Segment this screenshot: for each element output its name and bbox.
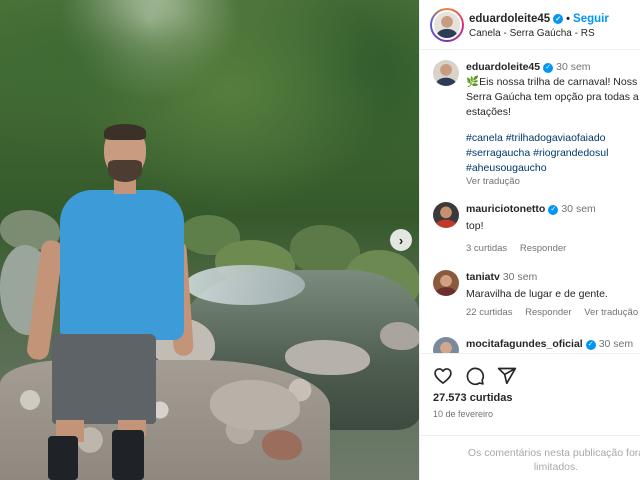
comment-likes[interactable]: 3 curtidas — [466, 243, 507, 254]
author-username[interactable]: eduardoleite45 — [469, 13, 550, 25]
avatar[interactable] — [433, 270, 459, 296]
post-location[interactable]: Canela - Serra Gaúcha - RS — [469, 28, 595, 39]
verified-badge-icon: ✓ — [585, 340, 596, 350]
comment-username[interactable]: taniatv — [466, 271, 500, 283]
caption-username[interactable]: eduardoleite45 — [466, 61, 540, 73]
comment-header: mocitafagundes_oficial ✓ 30 sem — [466, 337, 640, 351]
comment-icon[interactable] — [465, 366, 485, 386]
left-boot — [48, 436, 78, 480]
post-header: eduardoleite45 ✓ • Seguir Canela - Serra Ga… — [420, 0, 640, 50]
comment-time[interactable]: 30 sem — [503, 271, 537, 283]
comment-username[interactable]: mocitafagundes_oficial — [466, 338, 583, 350]
comment-header: mauriciotonetto ✓ 30 sem — [466, 202, 640, 216]
caption-line: estações! — [466, 106, 511, 118]
notice-line: Os comentários nesta publicação fora — [467, 447, 640, 459]
comment-time[interactable]: 30 sem — [599, 338, 633, 350]
comment-likes[interactable]: 22 curtidas — [466, 307, 512, 318]
verified-badge-icon: ✓ — [548, 205, 559, 215]
likes-count[interactable]: 27.573 curtidas — [433, 392, 513, 404]
comment-time[interactable]: 30 sem — [561, 203, 595, 215]
caption-meta: Ver tradução — [466, 176, 640, 187]
caption-line: Serra Gaúcha tem opção pra todas a — [466, 91, 639, 103]
hiker-figure — [0, 0, 419, 480]
follow-button[interactable]: Seguir — [573, 13, 609, 25]
verified-badge-icon: ✓ — [553, 14, 564, 24]
heart-icon[interactable] — [433, 366, 453, 386]
avatar[interactable] — [433, 60, 459, 86]
hashtag-line[interactable]: #canela #trilhadogaviaofaiado — [466, 131, 640, 146]
reply-button[interactable]: Responder — [520, 243, 566, 254]
see-translation-link[interactable]: Ver tradução — [584, 307, 638, 318]
avatar[interactable] — [433, 202, 459, 228]
caption-line: 🌿Eis nossa trilha de carnaval! Noss — [466, 76, 638, 88]
comment-meta: 22 curtidas Responder Ver tradução — [466, 307, 640, 318]
post-photo[interactable]: › — [0, 0, 419, 480]
author-avatar[interactable] — [430, 8, 464, 42]
comment-text: Maravilha de lugar e de gente. — [466, 288, 608, 300]
chevron-right-icon[interactable]: › — [390, 229, 412, 251]
author-username-row: eduardoleite45 ✓ • Seguir — [469, 13, 609, 25]
comment-text: top! — [466, 220, 484, 232]
comment-username[interactable]: mauriciotonetto — [466, 203, 545, 215]
separator-dot: • — [566, 13, 571, 25]
comments-limited-notice: Os comentários nesta publicação fora lim… — [420, 435, 640, 480]
avatar — [432, 10, 462, 40]
comments-limited-text: Os comentários nesta publicação fora lim… — [456, 446, 640, 474]
beard — [108, 160, 142, 182]
hashtag-block: #canela #trilhadogaviaofaiado #serragauc… — [466, 131, 640, 176]
post-side-panel: eduardoleite45 ✓ • Seguir Canela - Serra Ga… — [419, 0, 640, 480]
hashtag-line[interactable]: #aheusougaucho — [466, 161, 640, 176]
hair — [104, 124, 146, 140]
avatar[interactable] — [433, 337, 459, 353]
comment-meta: 3 curtidas Responder — [466, 243, 640, 254]
right-boot — [112, 430, 144, 480]
comments-list[interactable]: eduardoleite45 ✓ 30 sem 🌿Eis nossa trilha … — [420, 51, 640, 353]
post-date: 10 de fevereiro — [433, 409, 494, 419]
see-translation-link[interactable]: Ver tradução — [466, 176, 520, 187]
comment-header: taniatv 30 sem — [466, 270, 640, 284]
blue-shirt — [60, 190, 184, 340]
notice-line: limitados. — [533, 461, 579, 473]
grey-shorts — [52, 334, 156, 424]
verified-badge-icon: ✓ — [543, 63, 554, 73]
reply-button[interactable]: Responder — [525, 307, 571, 318]
post-actions: 27.573 curtidas 10 de fevereiro — [420, 353, 640, 443]
caption-header: eduardoleite45 ✓ 30 sem — [466, 60, 640, 74]
share-icon[interactable] — [497, 366, 517, 386]
hashtag-line[interactable]: #serragaucha #riograndedosul — [466, 146, 640, 161]
caption-time[interactable]: 30 sem — [556, 61, 590, 73]
